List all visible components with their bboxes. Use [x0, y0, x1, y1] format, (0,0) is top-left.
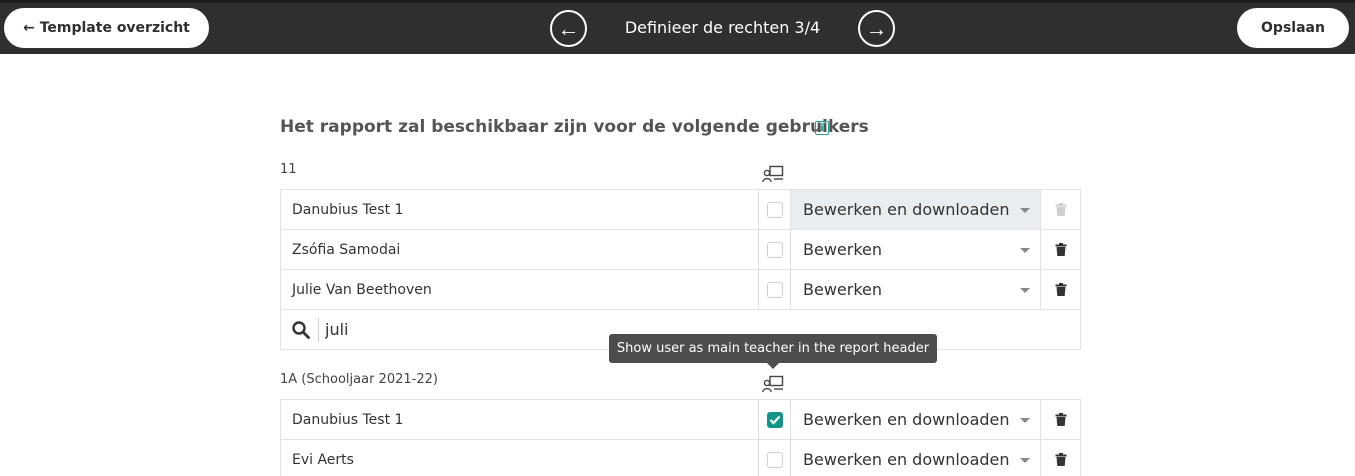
table-row: Danubius Test 1 Bewerken en downloaden [281, 190, 1080, 230]
user-name: Zsófia Samodai [281, 230, 759, 269]
trash-icon[interactable] [1055, 243, 1067, 256]
permission-select[interactable]: Bewerken en downloaden [791, 440, 1041, 476]
caret-down-icon [1020, 208, 1030, 213]
info-glyph: i [820, 122, 824, 134]
checkmark-icon [769, 415, 780, 425]
user-name: Danubius Test 1 [281, 400, 759, 439]
main-teacher-checkbox[interactable] [766, 201, 783, 218]
trash-icon[interactable] [1055, 453, 1067, 466]
save-button[interactable]: Opslaan [1237, 8, 1349, 48]
tooltip-arrow [767, 363, 779, 369]
caret-down-icon [1020, 248, 1030, 253]
permission-select[interactable]: Bewerken en downloaden [791, 400, 1041, 439]
permission-value: Bewerken [803, 280, 883, 299]
main-teacher-checkbox[interactable] [766, 451, 783, 468]
previous-step-button[interactable]: ← [550, 10, 587, 47]
trash-icon[interactable] [1055, 283, 1067, 296]
caret-down-icon [1020, 458, 1030, 463]
permission-select[interactable]: Bewerken [791, 270, 1041, 309]
arrow-left-icon: ← [557, 15, 580, 41]
caret-down-icon [1020, 288, 1030, 293]
group-label: 11 [280, 162, 297, 177]
user-table: Danubius Test 1 Bewerken en downloaden E… [280, 399, 1081, 476]
arrow-right-icon: → [865, 15, 888, 41]
template-overview-button[interactable]: ← Template overzicht [4, 8, 209, 48]
table-row: Zsófia Samodai Bewerken [281, 230, 1080, 270]
section-title: Het rapport zal beschikbaar zijn voor de… [280, 117, 869, 137]
top-bar: ← Template overzicht ← Definieer de rech… [0, 0, 1355, 54]
main-teacher-checkbox[interactable] [766, 411, 783, 428]
table-row: Evi Aerts Bewerken en downloaden [281, 440, 1080, 476]
user-name: Julie Van Beethoven [281, 270, 759, 309]
permission-value: Bewerken en downloaden [803, 200, 1010, 219]
user-name: Danubius Test 1 [281, 190, 759, 229]
permission-select[interactable]: Bewerken en downloaden [791, 190, 1041, 229]
caret-down-icon [1020, 418, 1030, 423]
main-teacher-column-icon[interactable] [762, 165, 784, 183]
user-name: Evi Aerts [281, 440, 759, 476]
search-icon [292, 320, 310, 339]
main-teacher-checkbox[interactable] [766, 241, 783, 258]
main-teacher-checkbox[interactable] [766, 281, 783, 298]
next-step-button[interactable]: → [858, 10, 895, 47]
user-table: Danubius Test 1 Bewerken en downloaden Z… [280, 189, 1081, 350]
permission-value: Bewerken [803, 240, 883, 259]
group-label: 1A (Schooljaar 2021-22) [280, 372, 438, 387]
table-row: Julie Van Beethoven Bewerken [281, 270, 1080, 310]
main-teacher-column-icon[interactable] [762, 375, 784, 393]
search-divider [318, 317, 319, 342]
info-icon[interactable]: i [815, 121, 829, 135]
trash-icon[interactable] [1055, 413, 1067, 426]
permission-value: Bewerken en downloaden [803, 410, 1010, 429]
permission-value: Bewerken en downloaden [803, 450, 1010, 469]
permission-select[interactable]: Bewerken [791, 230, 1041, 269]
step-title: Definieer de rechten 3/4 [624, 18, 821, 37]
main-teacher-tooltip: Show user as main teacher in the report … [609, 334, 937, 363]
table-row: Danubius Test 1 Bewerken en downloaden [281, 400, 1080, 440]
trash-icon [1055, 203, 1066, 216]
